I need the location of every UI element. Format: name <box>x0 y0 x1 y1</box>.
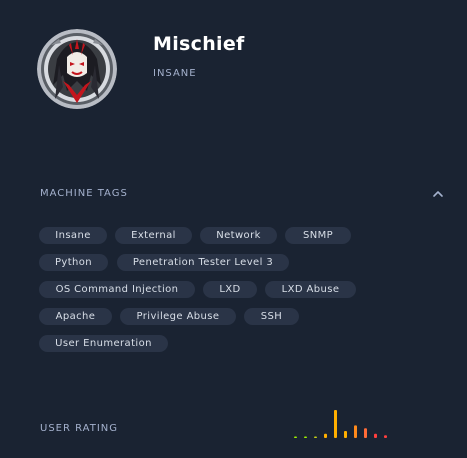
tag-insane[interactable]: Insane <box>39 227 107 244</box>
user-rating-title: USER RATING <box>40 423 119 434</box>
rating-bar <box>344 431 347 438</box>
machine-name: Mischief <box>153 33 245 55</box>
rating-bar <box>304 436 307 438</box>
machine-header: Mischief INSANE <box>37 29 457 109</box>
chevron-up-icon[interactable] <box>429 185 447 203</box>
rating-bar <box>314 436 317 438</box>
tag-ssh[interactable]: SSH <box>244 308 299 325</box>
tag-penetration-tester-level-3[interactable]: Penetration Tester Level 3 <box>117 254 289 271</box>
tag-privilege-abuse[interactable]: Privilege Abuse <box>120 308 236 325</box>
tag-apache[interactable]: Apache <box>39 308 112 325</box>
rating-bar <box>384 435 387 438</box>
tag-network[interactable]: Network <box>200 227 277 244</box>
difficulty-label: INSANE <box>153 68 197 79</box>
rating-bar <box>294 436 297 438</box>
tag-user-enumeration[interactable]: User Enumeration <box>39 335 168 352</box>
machine-tags-title: MACHINE TAGS <box>40 188 128 199</box>
tag-lxd[interactable]: LXD <box>203 281 257 298</box>
rating-bar <box>364 428 367 438</box>
user-rating-chart <box>294 410 387 438</box>
tag-python[interactable]: Python <box>39 254 108 271</box>
rating-bar <box>334 410 337 438</box>
tag-external[interactable]: External <box>115 227 192 244</box>
tag-snmp[interactable]: SNMP <box>285 227 351 244</box>
rating-bar <box>374 433 377 438</box>
tag-os-command-injection[interactable]: OS Command Injection <box>39 281 195 298</box>
avatar-icon <box>37 29 117 109</box>
tag-lxd-abuse[interactable]: LXD Abuse <box>265 281 356 298</box>
rating-bar <box>324 433 327 438</box>
rating-bar <box>354 425 357 438</box>
